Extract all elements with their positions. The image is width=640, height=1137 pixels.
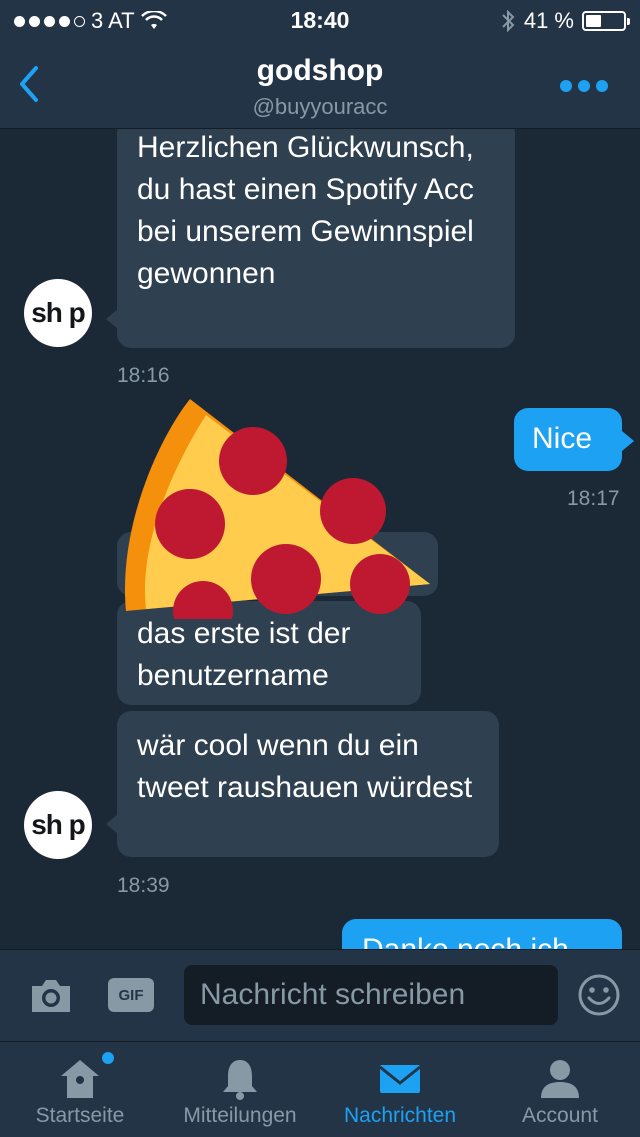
bluetooth-icon [502, 9, 515, 33]
avatar[interactable]: sh p [24, 279, 92, 347]
camera-icon[interactable] [28, 974, 74, 1018]
message-bubble-sent[interactable]: Nice [514, 408, 622, 471]
tab-bar: Startseite Mitteilungen Nachrichten Acco… [0, 1041, 640, 1137]
gif-button[interactable]: GIF [108, 978, 154, 1012]
person-icon [541, 1060, 579, 1098]
conversation-title: godshop [256, 54, 384, 87]
tab-messages[interactable]: Nachrichten [320, 1042, 480, 1137]
pizza-sticker-icon [124, 399, 430, 619]
timestamp: 18:39 [117, 874, 170, 897]
more-options-icon[interactable] [560, 80, 608, 92]
bubble-tail [106, 814, 118, 834]
timestamp: 18:17 [567, 487, 620, 510]
message-bubble-received[interactable]: Herzlichen Glückwunsch, du hast einen Sp… [117, 129, 515, 348]
smiley-icon[interactable] [577, 973, 621, 1017]
status-bar: 3 AT 18:40 41 % [0, 0, 640, 40]
unread-dot [102, 1052, 114, 1064]
message-input[interactable]: Nachricht schreiben [184, 965, 558, 1025]
bell-icon [223, 1060, 257, 1100]
message-list[interactable]: Herzlichen Glückwunsch, du hast einen Sp… [0, 129, 640, 949]
conversation-header: godshop @buyyouracc [0, 40, 640, 129]
bubble-tail [622, 431, 634, 451]
battery-percent: 41 % [523, 8, 574, 33]
battery-icon [582, 11, 630, 31]
conversation-handle: @buyyouracc [252, 94, 388, 119]
message-bubble-received[interactable]: wär cool wenn du ein tweet raushauen wür… [117, 711, 499, 857]
home-icon [61, 1060, 99, 1098]
tab-notifications[interactable]: Mitteilungen [160, 1042, 320, 1137]
avatar[interactable]: sh p [24, 791, 92, 859]
bubble-tail [106, 309, 118, 329]
tab-home[interactable]: Startseite [0, 1042, 160, 1137]
envelope-icon [379, 1065, 421, 1093]
message-composer: GIF Nachricht schreiben [0, 949, 640, 1042]
message-bubble-sent[interactable]: Danke noch ich [342, 919, 622, 949]
tab-account[interactable]: Account [480, 1042, 640, 1137]
